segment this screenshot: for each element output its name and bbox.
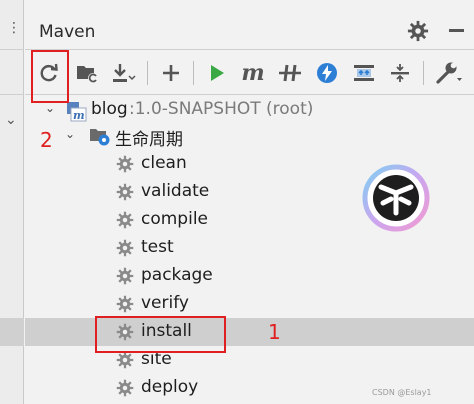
panel-title: Maven — [39, 22, 96, 42]
toolbar-separator — [193, 61, 194, 85]
tree-row-project[interactable]: ⌄ m blog:1.0-SNAPSHOT (root) — [25, 96, 474, 124]
hide-panel-icon[interactable] — [449, 29, 464, 32]
gear-icon — [116, 267, 134, 285]
lifecycle-item-label: deploy — [141, 377, 199, 397]
toggle-offline-icon[interactable] — [276, 59, 304, 87]
lifecycle-item-label: verify — [141, 293, 189, 313]
watermark: CSDN @Eslay1 — [372, 388, 432, 397]
project-version: :1.0-SNAPSHOT (root) — [129, 99, 314, 119]
run-icon[interactable] — [203, 59, 231, 87]
toolbar-separator — [423, 61, 424, 85]
collapse-all-icon[interactable] — [386, 59, 414, 87]
annotation-box-install — [95, 316, 226, 353]
annotation-label-1: 1 — [268, 320, 281, 344]
gear-icon — [116, 155, 134, 173]
generate-sources-icon[interactable] — [73, 59, 101, 87]
add-icon[interactable] — [157, 59, 185, 87]
chevron-down-icon[interactable]: ⌄ — [65, 127, 75, 141]
maven-tree: ⌄ m blog:1.0-SNAPSHOT (root) ⌄ 生命周期 clea… — [25, 96, 474, 404]
lifecycle-folder-icon — [90, 129, 110, 146]
annotation-label-2: 2 — [40, 128, 53, 152]
toolbar-separator — [147, 61, 148, 85]
lifecycle-item-test[interactable]: test — [25, 234, 474, 262]
lifecycle-item-label: clean — [141, 153, 187, 173]
gear-icon — [116, 295, 134, 313]
show-dependencies-icon[interactable] — [350, 59, 378, 87]
project-name: blog — [91, 99, 128, 119]
gear-icon — [116, 351, 134, 369]
maven-toolbar: m — [25, 51, 474, 95]
more-options-icon[interactable]: ⋮ — [7, 21, 21, 35]
download-icon[interactable] — [109, 59, 137, 87]
gear-icon — [116, 211, 134, 229]
chevron-down-icon[interactable]: ⌄ — [45, 101, 55, 115]
left-strip-header: ⋮ — [0, 0, 24, 50]
gear-icon — [116, 183, 134, 201]
lifecycle-item-package[interactable]: package — [25, 262, 474, 290]
maven-project-icon: m — [67, 102, 87, 122]
execute-goal-icon[interactable]: m — [239, 59, 267, 87]
gear-icon — [116, 239, 134, 257]
tree-row-lifecycle[interactable]: ⌄ 生命周期 — [25, 122, 474, 150]
lifecycle-item-site[interactable]: site — [25, 346, 474, 374]
settings-wrench-icon[interactable] — [431, 59, 467, 87]
chevron-down-icon[interactable]: ⌄ — [5, 112, 17, 128]
gear-icon — [116, 379, 134, 397]
left-strip-toolbar: ⌄ — [0, 50, 24, 128]
gear-icon[interactable] — [407, 20, 429, 42]
floating-assistant-logo[interactable] — [361, 163, 431, 233]
lifecycle-item-label: test — [141, 237, 174, 257]
lifecycle-item-label: validate — [141, 181, 210, 201]
lifecycle-item-label: compile — [141, 209, 209, 229]
lifecycle-item-label: package — [141, 265, 213, 285]
lifecycle-item-verify[interactable]: verify — [25, 290, 474, 318]
svg-text:m: m — [73, 109, 85, 122]
lifecycle-item-install[interactable]: install — [25, 318, 474, 346]
lifecycle-label: 生命周期 — [115, 130, 183, 150]
left-strip-selection — [0, 318, 24, 346]
left-strip: ⋮ ⌄ — [0, 0, 24, 404]
annotation-box-reload — [31, 50, 69, 103]
maven-titlebar: Maven — [25, 0, 474, 50]
skip-tests-icon[interactable] — [313, 59, 341, 87]
